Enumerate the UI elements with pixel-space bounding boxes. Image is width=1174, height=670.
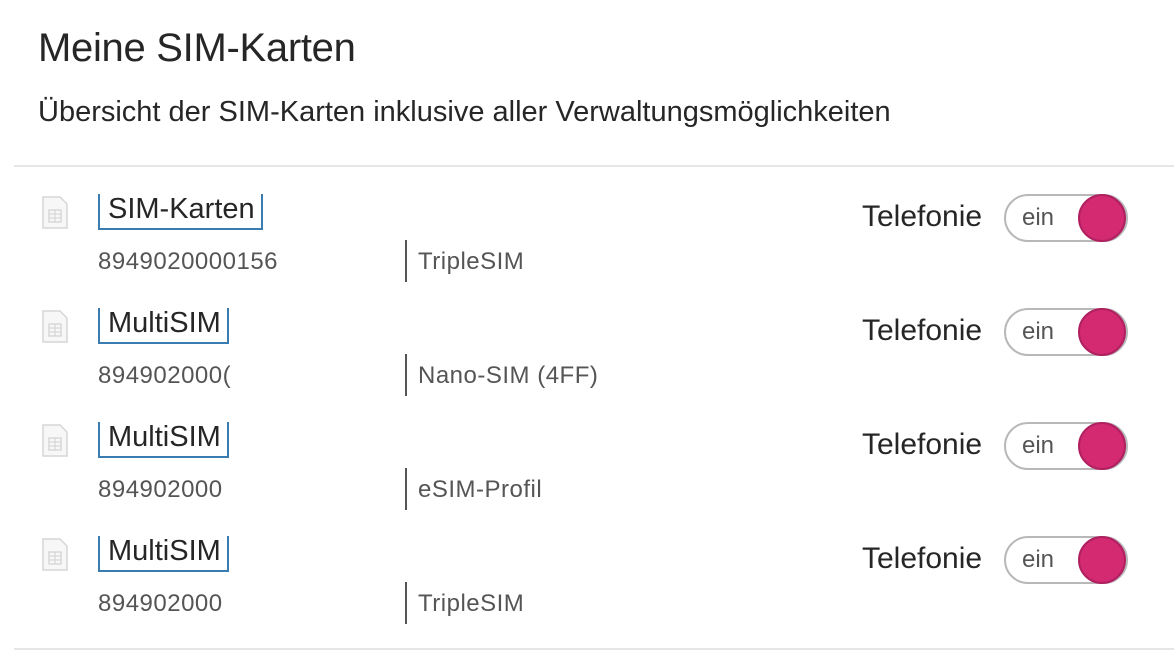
service-label: Telefonie [862, 428, 983, 461]
sim-name-link[interactable]: MultiSIM [98, 536, 229, 572]
page-title: Meine SIM-Karten [38, 26, 356, 70]
toggle-knob [1078, 536, 1126, 584]
toggle-label: ein [1022, 432, 1055, 459]
sim-row: MultiSIM 894902000( Nano-SIM (4FF) Telef… [0, 282, 1174, 396]
sim-card-icon [42, 310, 68, 343]
telefonie-toggle[interactable]: ein [1004, 308, 1128, 356]
divider-top [14, 165, 1174, 167]
sim-name-link[interactable]: MultiSIM [98, 308, 229, 344]
divider-bottom [14, 648, 1174, 650]
sim-list: SIM-Karten 8949020000156 TripleSIM Telef… [0, 168, 1174, 624]
sim-row: MultiSIM 894902000 eSIM-Profil Telefonie… [0, 396, 1174, 510]
redaction-mask [284, 238, 394, 282]
toggle-knob [1078, 308, 1126, 356]
toggle-label: ein [1022, 318, 1055, 345]
toggle-label: ein [1022, 546, 1055, 573]
redaction-mask [246, 352, 394, 396]
telefonie-toggle[interactable]: ein [1004, 536, 1128, 584]
service-label: Telefonie [862, 314, 983, 347]
sim-row: SIM-Karten 8949020000156 TripleSIM Telef… [0, 168, 1174, 282]
redaction-mask [232, 466, 394, 510]
toggle-label: ein [1022, 204, 1055, 231]
sim-type: TripleSIM [418, 248, 525, 275]
sim-type: TripleSIM [418, 590, 525, 617]
sim-card-icon [42, 538, 68, 571]
service-label: Telefonie [862, 200, 983, 233]
telefonie-toggle[interactable]: ein [1004, 194, 1128, 242]
separator [405, 582, 407, 624]
sim-type: eSIM-Profil [418, 476, 543, 503]
sim-name-link[interactable]: SIM-Karten [98, 194, 263, 230]
sim-row: MultiSIM 894902000 TripleSIM Telefonie e… [0, 510, 1174, 624]
service-label: Telefonie [862, 542, 983, 575]
page-subtitle: Übersicht der SIM-Karten inklusive aller… [38, 96, 891, 128]
separator [405, 354, 407, 396]
separator [405, 240, 407, 282]
sim-card-icon [42, 424, 68, 457]
sim-card-icon [42, 196, 68, 229]
sim-name-link[interactable]: MultiSIM [98, 422, 229, 458]
redaction-mask [232, 580, 394, 624]
toggle-knob [1078, 194, 1126, 242]
separator [405, 468, 407, 510]
toggle-knob [1078, 422, 1126, 470]
telefonie-toggle[interactable]: ein [1004, 422, 1128, 470]
sim-type: Nano-SIM (4FF) [418, 362, 599, 389]
